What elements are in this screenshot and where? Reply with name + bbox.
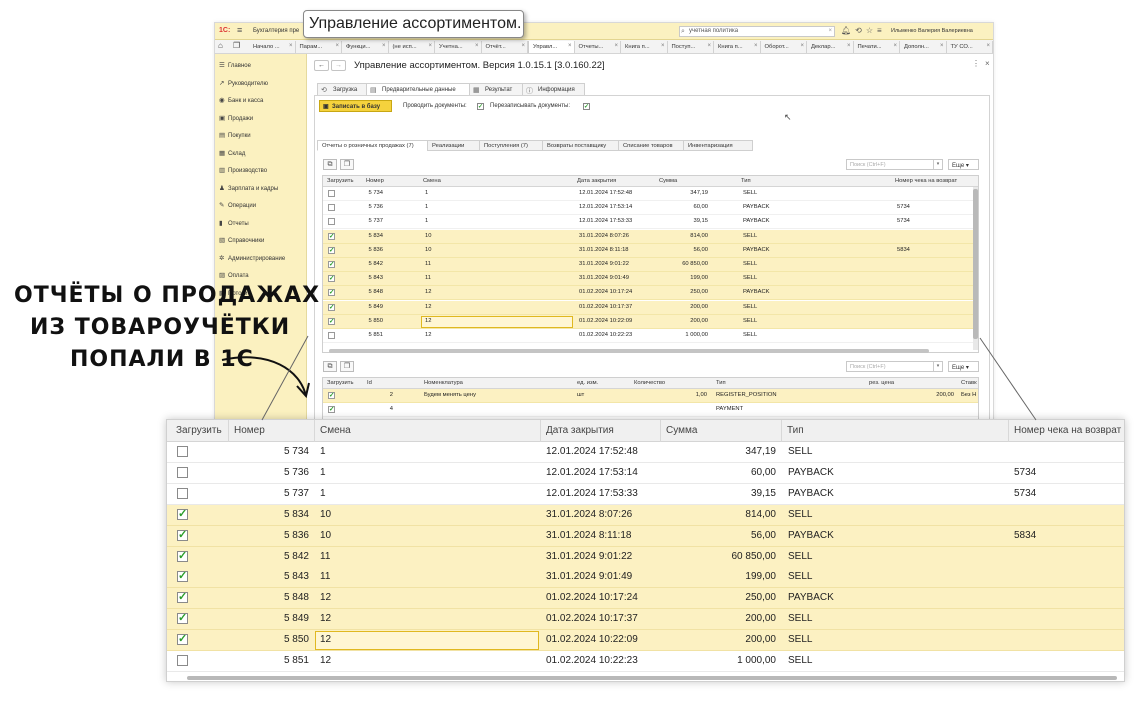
zoom-line-left	[261, 335, 309, 421]
annotation-lines	[221, 335, 1037, 421]
zoom-line-right	[979, 337, 1037, 421]
